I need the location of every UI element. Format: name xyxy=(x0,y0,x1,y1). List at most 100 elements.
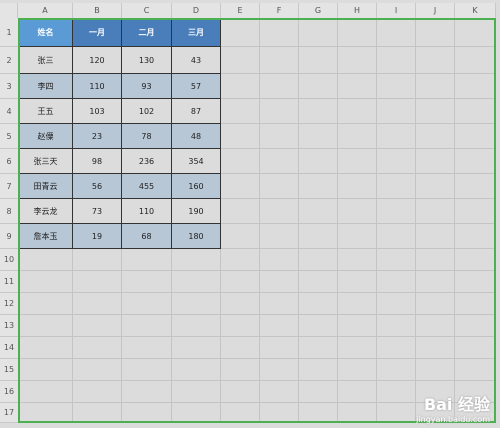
table-cell[interactable]: 56 xyxy=(73,174,122,199)
cell[interactable] xyxy=(221,199,260,224)
cell[interactable] xyxy=(260,293,299,315)
cell[interactable] xyxy=(260,224,299,249)
cell[interactable] xyxy=(260,403,299,423)
cell[interactable] xyxy=(416,359,455,381)
cell[interactable] xyxy=(455,18,496,47)
row-header-17[interactable]: 17 xyxy=(0,403,18,423)
cell[interactable] xyxy=(416,315,455,337)
table-cell[interactable]: 87 xyxy=(172,99,221,124)
cell[interactable] xyxy=(299,315,338,337)
cell[interactable] xyxy=(172,271,221,293)
cell[interactable] xyxy=(122,403,172,423)
cell[interactable] xyxy=(377,199,416,224)
column-header-g[interactable]: G xyxy=(299,3,338,18)
table-header-cell[interactable]: 姓名 xyxy=(18,18,73,47)
cell[interactable] xyxy=(338,271,377,293)
row-header-12[interactable]: 12 xyxy=(0,293,18,315)
table-cell[interactable]: 张三 xyxy=(18,47,73,74)
cell[interactable] xyxy=(122,315,172,337)
cell[interactable] xyxy=(260,315,299,337)
cell[interactable] xyxy=(299,74,338,99)
cell[interactable] xyxy=(338,315,377,337)
cell[interactable] xyxy=(338,293,377,315)
cell[interactable] xyxy=(18,381,73,403)
cell[interactable] xyxy=(260,124,299,149)
cell[interactable] xyxy=(260,199,299,224)
cell[interactable] xyxy=(455,271,496,293)
cell[interactable] xyxy=(221,337,260,359)
cell[interactable] xyxy=(260,99,299,124)
table-cell[interactable]: 354 xyxy=(172,149,221,174)
column-header-h[interactable]: H xyxy=(338,3,377,18)
cell[interactable] xyxy=(338,99,377,124)
row-header-7[interactable]: 7 xyxy=(0,174,18,199)
cell[interactable] xyxy=(172,249,221,271)
cell[interactable] xyxy=(299,18,338,47)
cell[interactable] xyxy=(416,271,455,293)
cell[interactable] xyxy=(122,249,172,271)
column-header-e[interactable]: E xyxy=(221,3,260,18)
cell[interactable] xyxy=(172,315,221,337)
cell[interactable] xyxy=(455,249,496,271)
row-header-6[interactable]: 6 xyxy=(0,149,18,174)
cell[interactable] xyxy=(299,199,338,224)
cell[interactable] xyxy=(299,359,338,381)
table-cell[interactable]: 57 xyxy=(172,74,221,99)
cell[interactable] xyxy=(73,249,122,271)
column-header-j[interactable]: J xyxy=(416,3,455,18)
cell[interactable] xyxy=(18,249,73,271)
select-all-corner[interactable] xyxy=(0,3,18,18)
cell[interactable] xyxy=(455,293,496,315)
cell[interactable] xyxy=(299,47,338,74)
cell[interactable] xyxy=(338,224,377,249)
row-header-13[interactable]: 13 xyxy=(0,315,18,337)
row-header-10[interactable]: 10 xyxy=(0,249,18,271)
cell[interactable] xyxy=(416,18,455,47)
table-cell[interactable]: 455 xyxy=(122,174,172,199)
cell[interactable] xyxy=(122,293,172,315)
table-cell[interactable]: 43 xyxy=(172,47,221,74)
cell[interactable] xyxy=(455,47,496,74)
cell[interactable] xyxy=(260,337,299,359)
cell[interactable] xyxy=(416,174,455,199)
row-header-4[interactable]: 4 xyxy=(0,99,18,124)
cell[interactable] xyxy=(338,47,377,74)
cell[interactable] xyxy=(221,47,260,74)
cell[interactable] xyxy=(416,249,455,271)
cell[interactable] xyxy=(172,403,221,423)
cell[interactable] xyxy=(18,359,73,381)
cell[interactable] xyxy=(455,74,496,99)
cell[interactable] xyxy=(260,174,299,199)
table-cell[interactable]: 78 xyxy=(122,124,172,149)
table-cell[interactable]: 赵僳 xyxy=(18,124,73,149)
cell[interactable] xyxy=(299,271,338,293)
cell[interactable] xyxy=(299,337,338,359)
cell[interactable] xyxy=(18,271,73,293)
cell[interactable] xyxy=(416,74,455,99)
row-header-11[interactable]: 11 xyxy=(0,271,18,293)
cell[interactable] xyxy=(455,174,496,199)
column-header-a[interactable]: A xyxy=(18,3,73,18)
cell[interactable] xyxy=(299,293,338,315)
cell[interactable] xyxy=(455,149,496,174)
cell[interactable] xyxy=(299,249,338,271)
cell[interactable] xyxy=(260,381,299,403)
cell[interactable] xyxy=(172,337,221,359)
cell[interactable] xyxy=(416,337,455,359)
cell[interactable] xyxy=(338,337,377,359)
cell[interactable] xyxy=(338,124,377,149)
cell[interactable] xyxy=(455,337,496,359)
cell[interactable] xyxy=(221,18,260,47)
cell[interactable] xyxy=(18,337,73,359)
cell[interactable] xyxy=(377,337,416,359)
cell[interactable] xyxy=(416,124,455,149)
cell[interactable] xyxy=(338,74,377,99)
cell[interactable] xyxy=(221,174,260,199)
spreadsheet-grid[interactable]: ABCDEFGHIJK 1 2 3 4 5 6 7 8 9 10 11 12 13 14 15 16 17 姓名… xyxy=(0,0,500,428)
cell[interactable] xyxy=(221,271,260,293)
cell[interactable] xyxy=(18,403,73,423)
table-cell[interactable]: 180 xyxy=(172,224,221,249)
cell[interactable] xyxy=(122,359,172,381)
cell[interactable] xyxy=(338,174,377,199)
table-cell[interactable]: 68 xyxy=(122,224,172,249)
